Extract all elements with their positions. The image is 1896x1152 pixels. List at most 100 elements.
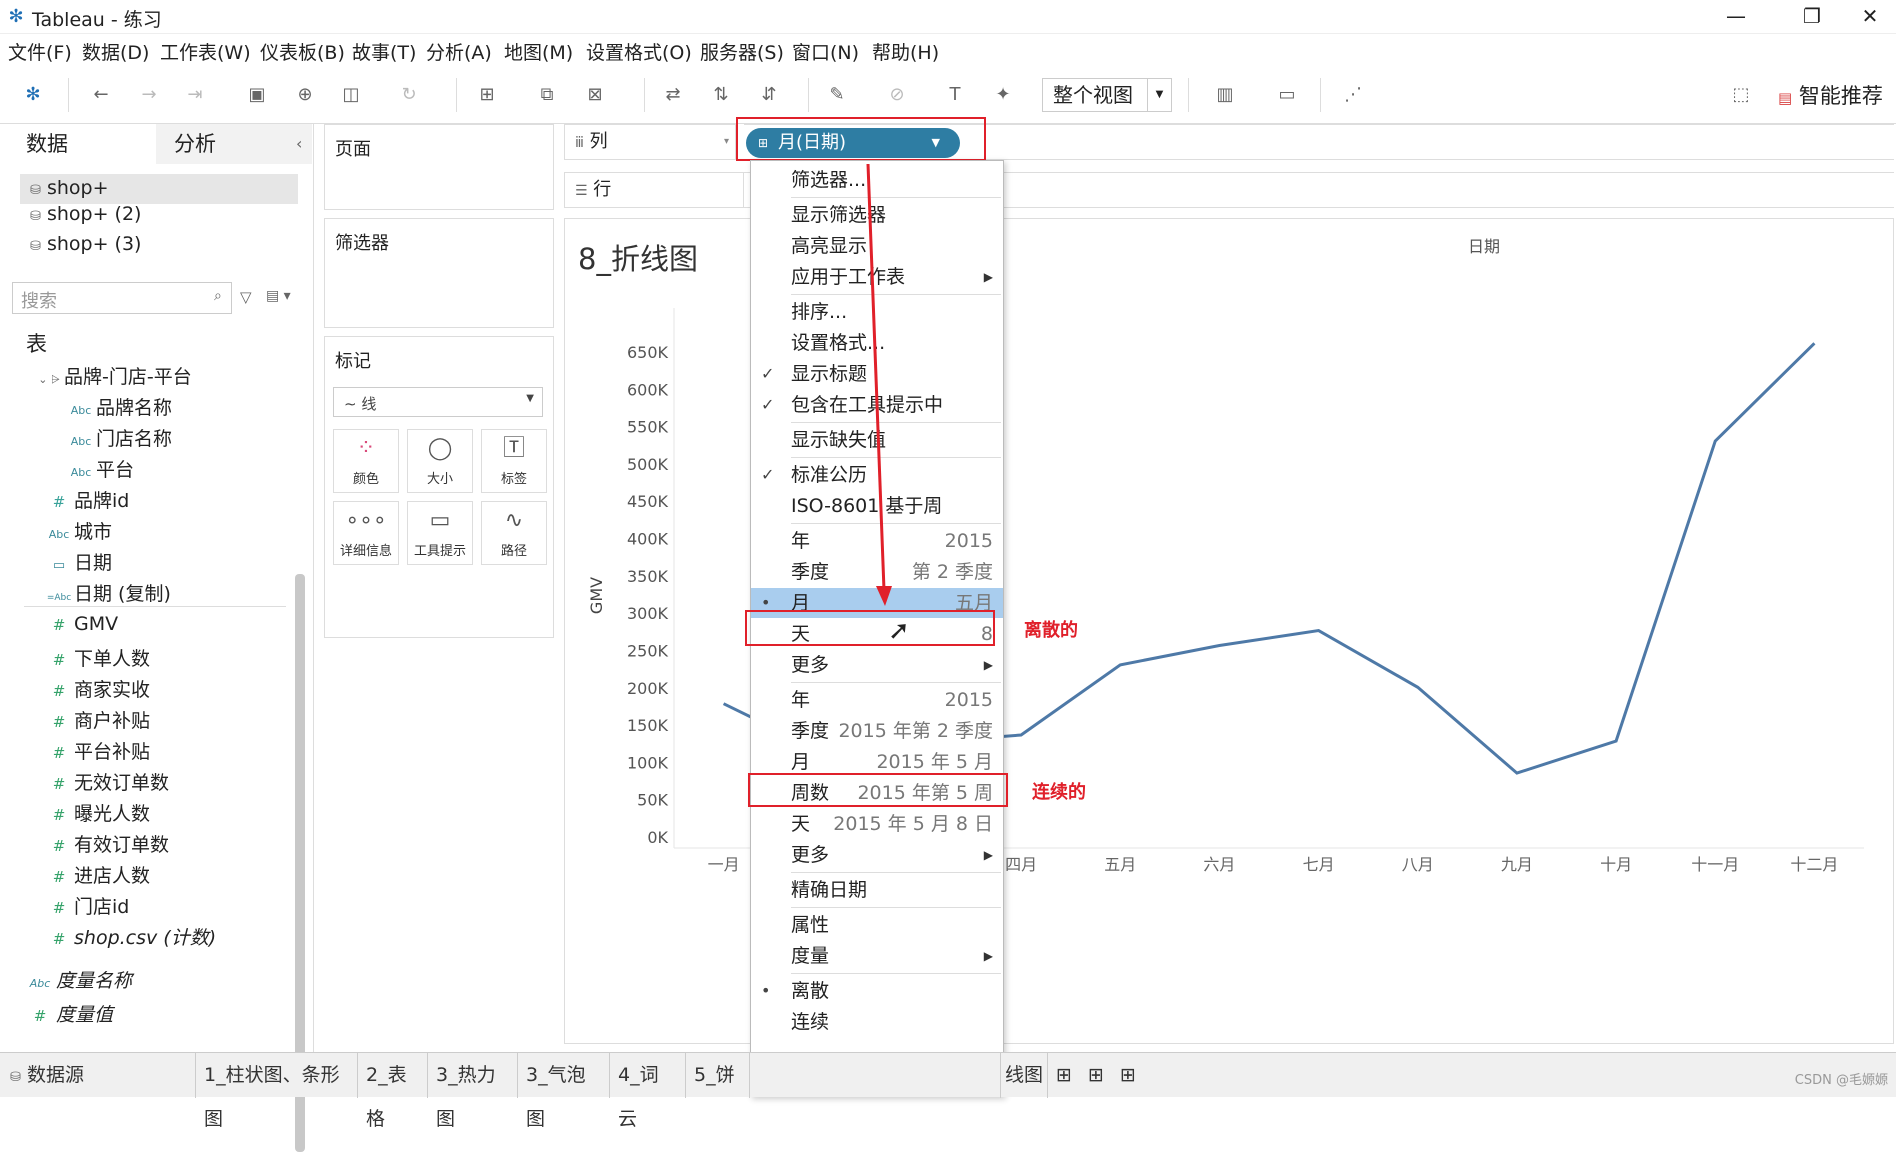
menu-item[interactable]: 连续 [751,1007,1003,1037]
tableau-home-icon[interactable]: ✻ [22,84,44,106]
menu-item[interactable]: 属性 [751,910,1003,940]
show-labels-icon[interactable]: T [944,84,966,106]
field-dimension[interactable]: Abc门店名称 [66,424,172,451]
pages-card[interactable]: 页面 [324,124,554,210]
field-dimension[interactable]: ▭日期 [44,548,112,575]
sheet-tab[interactable]: 3_气泡图 [518,1053,610,1098]
path-button[interactable]: ∿路径 [481,501,547,565]
menu-analysis[interactable]: 分析(A) [426,38,492,65]
close-button[interactable]: ✕ [1844,0,1896,34]
menu-item[interactable]: •离散 [751,976,1003,1006]
detail-button[interactable]: ∘∘∘详细信息 [333,501,399,565]
smart-recommendations-button[interactable]: ▤ 智能推荐 [1778,80,1883,110]
field-measure[interactable]: #商户补贴 [44,706,150,733]
undo-icon[interactable]: ← [90,84,112,106]
sheet-tab[interactable]: 2_表格 [358,1053,428,1098]
replay-icon[interactable]: ⇥ [184,84,206,106]
save-icon[interactable]: ▣ [246,84,268,106]
sheet-tab[interactable]: 5_饼 [686,1053,750,1098]
menu-item[interactable]: 更多▶ [751,840,1003,870]
sort-descending-icon[interactable]: ⇵ [758,84,780,106]
label-button[interactable]: 🅃标签 [481,429,547,493]
field-measure[interactable]: #GMV [44,613,118,635]
field-measure[interactable]: #门店id [44,892,129,919]
collapse-pane-icon[interactable]: ‹ [296,134,302,153]
filter-icon[interactable]: ▽ [240,288,252,306]
swap-rows-columns-icon[interactable]: ⇄ [662,84,684,106]
field-measure[interactable]: #下单人数 [44,644,150,671]
maximize-button[interactable]: ❐ [1786,0,1838,34]
datasource-item[interactable]: ⛁ shop+ [20,174,298,204]
rows-shelf[interactable]: ☰ 行 [564,172,744,208]
fit-view-dropdown[interactable]: 整个视图 ▼ [1042,78,1172,112]
tooltip-button[interactable]: ▭工具提示 [407,501,473,565]
menu-item[interactable]: 精确日期 [751,875,1003,905]
field-measure[interactable]: #平台补贴 [44,737,150,764]
refresh-icon[interactable]: ↻ [398,84,420,106]
field-measure[interactable]: #曝光人数 [44,799,150,826]
menu-server[interactable]: 服务器(S) [700,38,784,65]
share-icon[interactable]: ⋰ [1342,84,1364,106]
datasource-item[interactable]: ⛁ shop+ (2) [20,203,141,225]
field-measure-values[interactable]: #度量值 [24,1000,113,1027]
tab-data-source[interactable]: ⛁ 数据源 [0,1053,196,1098]
field-measure[interactable]: #无效订单数 [44,768,169,795]
field-dimension[interactable]: Abc城市 [44,517,112,544]
menu-window[interactable]: 窗口(N) [792,38,859,65]
sheet-tab[interactable]: 3_热力图 [428,1053,518,1098]
format-painter-icon[interactable]: ⬚ [1730,84,1752,106]
field-group[interactable]: ⌄ ⩥品牌-门店-平台 [34,362,192,389]
menu-file[interactable]: 文件(F) [8,38,72,65]
redo-icon[interactable]: → [138,84,160,106]
search-input[interactable]: 搜索 [12,282,232,314]
pause-updates-icon[interactable]: ◫ [340,84,362,106]
minimize-button[interactable]: — [1710,0,1762,34]
field-measure[interactable]: #商家实收 [44,675,150,702]
presentation-mode-icon[interactable]: ▭ [1276,84,1298,106]
new-story-icon[interactable]: ⊞ [1112,1053,1144,1098]
pin-axes-icon[interactable]: ✦ [992,84,1014,106]
new-dashboard-icon[interactable]: ⊞ [1080,1053,1112,1098]
filters-card[interactable]: 筛选器 [324,218,554,328]
menu-item[interactable]: 季度2015 年第 2 季度 [751,716,1003,746]
menu-item[interactable]: 天2015 年 5 月 8 日 [751,809,1003,839]
menu-data[interactable]: 数据(D) [82,38,149,65]
sheet-tab-active[interactable]: 线图 [1000,1053,1048,1098]
sort-ascending-icon[interactable]: ⇅ [710,84,732,106]
new-datasource-icon[interactable]: ⊕ [294,84,316,106]
tab-data[interactable]: 数据 [0,124,156,164]
columns-shelf[interactable]: ⅲ 列▾ [564,124,736,160]
sheet-tab[interactable]: 1_柱状图、条形图 [196,1053,358,1098]
datasource-item[interactable]: ⛁ shop+ (3) [20,233,141,255]
field-measure[interactable]: #有效订单数 [44,830,169,857]
field-dimension[interactable]: =Abc日期 (复制) [44,579,171,606]
field-dimension[interactable]: Abc平台 [66,455,134,482]
menu-dashboard[interactable]: 仪表板(B) [260,38,345,65]
duplicate-sheet-icon[interactable]: ⧉ [536,84,558,106]
sheet-tab[interactable]: 4_词云 [610,1053,686,1098]
mark-type-dropdown[interactable]: ∼ 线 ▼ [333,387,543,417]
tab-analysis[interactable]: 分析 [156,124,312,164]
menu-map[interactable]: 地图(M) [504,38,573,65]
clear-sheet-icon[interactable]: ⊠ [584,84,606,106]
field-dimension[interactable]: Abc品牌名称 [66,393,172,420]
view-options-icon[interactable]: ▤ ▾ [266,288,291,304]
menu-item[interactable]: 度量▶ [751,941,1003,971]
menu-item[interactable]: 更多▶ [751,650,1003,680]
menu-item[interactable]: 年2015 [751,685,1003,715]
field-measure[interactable]: #shop.csv (计数) [44,923,216,950]
color-button[interactable]: ⁘颜色 [333,429,399,493]
field-measure[interactable]: #进店人数 [44,861,150,888]
show-cards-icon[interactable]: ▥ [1214,84,1236,106]
menu-format[interactable]: 设置格式(O) [586,38,692,65]
group-icon[interactable]: ⊘ [886,84,908,106]
field-dimension[interactable]: #品牌id [44,486,129,513]
menu-worksheet[interactable]: 工作表(W) [160,38,251,65]
menu-help[interactable]: 帮助(H) [872,38,939,65]
new-worksheet-icon[interactable]: ⊞ [1048,1053,1080,1098]
menu-story[interactable]: 故事(T) [352,38,416,65]
size-button[interactable]: ◯大小 [407,429,473,493]
field-measure-names[interactable]: Abc度量名称 [24,966,132,993]
new-worksheet-icon[interactable]: ⊞ [476,84,498,106]
highlight-icon[interactable]: ✎ [826,84,848,106]
